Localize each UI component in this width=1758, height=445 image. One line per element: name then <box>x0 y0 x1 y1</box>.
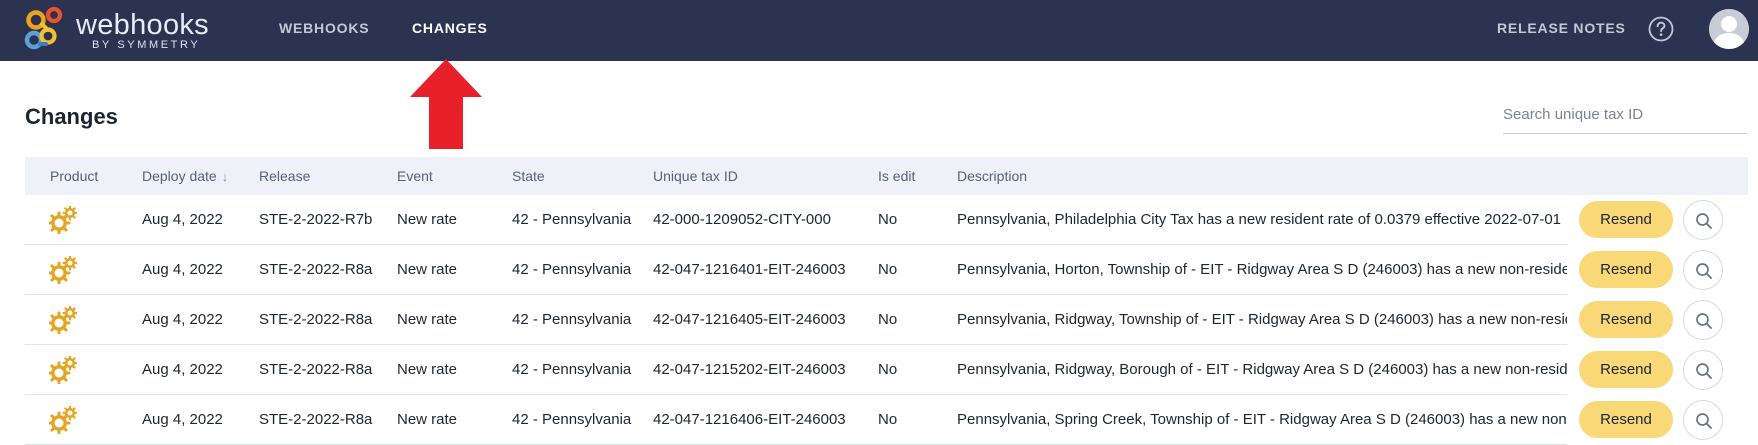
webhooks-logo-icon <box>24 6 63 50</box>
cell-is-edit: No <box>878 311 898 328</box>
gears-icon <box>49 306 77 334</box>
cell-description: Pennsylvania, Spring Creek, Township of … <box>957 411 1567 428</box>
arrow-down-icon: ↓ <box>221 169 229 184</box>
cell-deploy-date: Aug 4, 2022 <box>142 211 223 228</box>
page-title: Changes <box>25 104 118 129</box>
cell-state: 42 - Pennsylvania <box>512 361 632 378</box>
cell-event: New rate <box>397 361 458 378</box>
question-circle-icon[interactable] <box>1648 16 1674 42</box>
user-avatar[interactable] <box>1709 9 1749 49</box>
nav-tab-changes[interactable]: CHANGES <box>412 20 488 36</box>
column-header-label: Deploy date <box>142 168 217 184</box>
row-actions: Resend <box>1567 245 1748 295</box>
resend-button[interactable]: Resend <box>1579 201 1673 238</box>
magnifier-icon <box>1696 313 1712 329</box>
cell-description-wrap: Pennsylvania, Horton, Township of - EIT … <box>957 245 1567 295</box>
cell-event: New rate <box>397 311 458 328</box>
table-row[interactable]: Aug 4, 2022 STE-2-2022-R8a New rate 42 -… <box>25 295 1748 345</box>
table-row[interactable]: Aug 4, 2022 STE-2-2022-R7b New rate 42 -… <box>25 195 1748 245</box>
view-details-button[interactable] <box>1683 350 1723 390</box>
magnifier-icon <box>1696 413 1712 429</box>
view-details-button[interactable] <box>1683 400 1723 440</box>
column-header-is-edit[interactable]: Is edit <box>878 168 915 184</box>
magnifier-icon <box>1696 263 1712 279</box>
resend-button[interactable]: Resend <box>1579 351 1673 388</box>
table-header: Product Deploy date ↓ Release Event State… <box>25 157 1748 195</box>
cell-state: 42 - Pennsylvania <box>512 211 632 228</box>
cell-unique-tax-id: 42-000-1209052-CITY-000 <box>653 211 831 228</box>
red-arrow-annotation <box>410 59 482 149</box>
cell-event: New rate <box>397 211 458 228</box>
cell-release: STE-2-2022-R8a <box>259 311 373 328</box>
row-actions: Resend <box>1567 345 1748 395</box>
cell-is-edit: No <box>878 261 898 278</box>
cell-event: New rate <box>397 411 458 428</box>
column-header-deploy-date[interactable]: Deploy date ↓ <box>142 168 228 184</box>
cell-unique-tax-id: 42-047-1216405-EIT-246003 <box>653 311 846 328</box>
resend-button[interactable]: Resend <box>1579 301 1673 338</box>
column-header-description[interactable]: Description <box>957 168 1027 184</box>
nav-release-notes[interactable]: RELEASE NOTES <box>1497 20 1626 36</box>
cell-description-wrap: Pennsylvania, Spring Creek, Township of … <box>957 395 1567 445</box>
gears-icon <box>49 356 77 384</box>
cell-release: STE-2-2022-R8a <box>259 361 373 378</box>
row-actions: Resend <box>1567 295 1748 345</box>
cell-release: STE-2-2022-R8a <box>259 261 373 278</box>
column-header-product[interactable]: Product <box>50 168 98 184</box>
magnifier-icon <box>1696 213 1712 229</box>
gears-icon <box>49 206 77 234</box>
row-actions: Resend <box>1567 395 1748 445</box>
view-details-button[interactable] <box>1683 200 1723 240</box>
cell-description-wrap: Pennsylvania, Ridgway, Township of - EIT… <box>957 295 1567 345</box>
cell-deploy-date: Aug 4, 2022 <box>142 411 223 428</box>
cell-is-edit: No <box>878 211 898 228</box>
search-input[interactable] <box>1503 100 1747 128</box>
cell-description-wrap: Pennsylvania, Ridgway, Borough of - EIT … <box>957 345 1567 395</box>
table-row[interactable]: Aug 4, 2022 STE-2-2022-R8a New rate 42 -… <box>25 245 1748 295</box>
cell-is-edit: No <box>878 411 898 428</box>
cell-release: STE-2-2022-R8a <box>259 411 373 428</box>
cell-description: Pennsylvania, Horton, Township of - EIT … <box>957 261 1567 278</box>
logo-subtitle: BY SYMMETRY <box>92 39 201 51</box>
cell-state: 42 - Pennsylvania <box>512 311 632 328</box>
row-actions: Resend <box>1567 195 1748 245</box>
cell-release: STE-2-2022-R7b <box>259 211 373 228</box>
cell-deploy-date: Aug 4, 2022 <box>142 311 223 328</box>
cell-unique-tax-id: 42-047-1216401-EIT-246003 <box>653 261 846 278</box>
cell-is-edit: No <box>878 361 898 378</box>
search-field <box>1503 100 1747 134</box>
table-row[interactable]: Aug 4, 2022 STE-2-2022-R8a New rate 42 -… <box>25 345 1748 395</box>
user-avatar-icon <box>1709 9 1749 49</box>
cell-description-wrap: Pennsylvania, Philadelphia City Tax has … <box>957 195 1567 245</box>
nav-tab-webhooks[interactable]: WEBHOOKS <box>279 20 369 36</box>
cell-description: Pennsylvania, Ridgway, Borough of - EIT … <box>957 361 1567 378</box>
cell-description: Pennsylvania, Philadelphia City Tax has … <box>957 211 1561 228</box>
cell-deploy-date: Aug 4, 2022 <box>142 361 223 378</box>
view-details-button[interactable] <box>1683 250 1723 290</box>
cell-unique-tax-id: 42-047-1215202-EIT-246003 <box>653 361 846 378</box>
cell-state: 42 - Pennsylvania <box>512 411 632 428</box>
logo-wordmark: webhooks <box>76 9 209 41</box>
view-details-button[interactable] <box>1683 300 1723 340</box>
resend-button[interactable]: Resend <box>1579 401 1673 438</box>
column-header-state[interactable]: State <box>512 168 545 184</box>
column-header-unique-tax-id[interactable]: Unique tax ID <box>653 168 738 184</box>
table-row[interactable]: Aug 4, 2022 STE-2-2022-R8a New rate 42 -… <box>25 395 1748 445</box>
column-header-event[interactable]: Event <box>397 168 433 184</box>
magnifier-icon <box>1696 363 1712 379</box>
cell-deploy-date: Aug 4, 2022 <box>142 261 223 278</box>
cell-description: Pennsylvania, Ridgway, Township of - EIT… <box>957 311 1567 328</box>
cell-unique-tax-id: 42-047-1216406-EIT-246003 <box>653 411 846 428</box>
cell-event: New rate <box>397 261 458 278</box>
column-header-release[interactable]: Release <box>259 168 310 184</box>
gears-icon <box>49 406 77 434</box>
cell-state: 42 - Pennsylvania <box>512 261 632 278</box>
gears-icon <box>49 256 77 284</box>
resend-button[interactable]: Resend <box>1579 251 1673 288</box>
logo[interactable]: webhooks BY SYMMETRY <box>24 6 224 54</box>
top-nav-bar: webhooks BY SYMMETRY WEBHOOKS CHANGES RE… <box>0 0 1758 61</box>
